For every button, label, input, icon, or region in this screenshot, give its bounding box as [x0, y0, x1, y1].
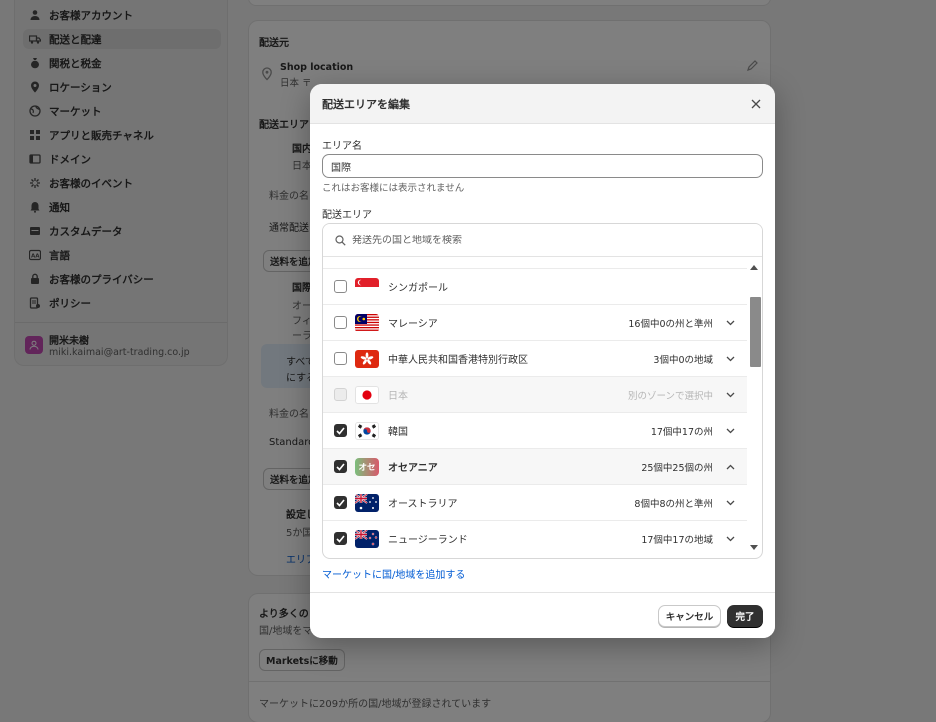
region-count: 8個中8の州と準州 [634, 498, 713, 510]
country-row-korea[interactable]: 韓国 17個中17の州 [323, 412, 747, 448]
country-row-australia[interactable]: オーストラリア 8個中8の州と準州 [323, 484, 747, 520]
country-name: 韓国 [388, 427, 408, 438]
australia-flag-icon [355, 493, 379, 512]
edit-shipping-zone-modal: 配送エリアを編集 エリア名 これはお客様には表示されません 配送エリア シンガポ… [310, 84, 775, 638]
region-count: 17個中17の地域 [641, 534, 713, 546]
checkbox-checked[interactable] [334, 532, 347, 545]
region-name: オセアニア [388, 463, 438, 474]
selected-elsewhere-note: 別のゾーンで選択中 [627, 390, 713, 402]
country-search[interactable] [323, 224, 762, 257]
chevron-down-icon[interactable] [725, 354, 735, 364]
checkbox[interactable] [334, 352, 347, 365]
country-row-hongkong[interactable]: 中華人民共和国香港特別行政区 3個中0の地域 [323, 340, 747, 376]
search-icon [335, 234, 346, 246]
checkbox-checked[interactable] [334, 424, 347, 437]
modal-header: 配送エリアを編集 [310, 84, 775, 124]
area-name-help: これはお客様には表示されません [322, 183, 465, 194]
region-count: 25個中25個の州 [641, 462, 713, 474]
checkbox-checked[interactable] [334, 460, 347, 473]
newzealand-flag-icon [355, 529, 379, 548]
country-list-box: シンガポール マレーシア 16個中0の州と準州 中華人民共和国香港特別行政区 3… [322, 223, 763, 559]
search-input[interactable] [352, 234, 732, 246]
region-count: 3個中0の地域 [653, 354, 713, 366]
chevron-down-icon[interactable] [725, 498, 735, 508]
country-row-newzealand[interactable]: ニュージーランド 17個中17の地域 [323, 520, 747, 556]
checkbox[interactable] [334, 280, 347, 293]
korea-flag-icon [355, 421, 379, 440]
hongkong-flag-icon [355, 349, 379, 368]
cancel-button[interactable]: キャンセル [658, 605, 721, 627]
modal-title: 配送エリアを編集 [322, 98, 410, 111]
region-row-oceania[interactable]: オセ オセアニア 25個中25個の州 [323, 448, 747, 484]
region-count: 16個中0の州と準州 [628, 318, 713, 330]
chevron-up-icon[interactable] [725, 462, 735, 472]
country-name: ニュージーランド [388, 535, 468, 546]
scroll-down-icon[interactable] [750, 545, 758, 551]
scrollbar-thumb[interactable] [750, 297, 761, 367]
singapore-flag-icon [355, 277, 379, 296]
country-row-singapore[interactable]: シンガポール [323, 268, 747, 304]
list-scrollbar[interactable] [748, 260, 761, 556]
country-name: 日本 [388, 391, 408, 402]
chevron-down-icon[interactable] [725, 390, 735, 400]
add-countries-link[interactable]: マーケットに国/地域を追加する [322, 566, 465, 581]
shipping-area-label: 配送エリア [322, 210, 372, 221]
oceania-badge-text: オセ [358, 462, 376, 473]
region-count: 17個中17の州 [650, 426, 713, 438]
country-name: オーストラリア [388, 499, 458, 510]
close-icon [751, 99, 761, 109]
chevron-down-icon[interactable] [725, 534, 735, 544]
scroll-up-icon[interactable] [750, 264, 758, 270]
country-name: マレーシア [388, 319, 438, 330]
checkbox [334, 388, 347, 401]
chevron-down-icon[interactable] [725, 318, 735, 328]
chevron-down-icon[interactable] [725, 426, 735, 436]
location-pin-icon [262, 67, 272, 81]
japan-flag-icon [355, 385, 379, 404]
area-name-input[interactable] [322, 154, 763, 178]
malaysia-flag-icon [355, 313, 379, 332]
done-button[interactable]: 完了 [727, 605, 763, 627]
area-name-label: エリア名 [322, 141, 362, 152]
country-row-japan: 日本 別のゾーンで選択中 [323, 376, 747, 412]
country-name: 中華人民共和国香港特別行政区 [388, 355, 528, 366]
oceania-badge-icon: オセ [355, 457, 379, 476]
edit-pencil-icon[interactable] [746, 60, 758, 72]
modal-footer: キャンセル 完了 [310, 592, 775, 638]
country-name: シンガポール [388, 283, 448, 294]
checkbox[interactable] [334, 316, 347, 329]
list-top-spacer [323, 257, 762, 268]
country-row-malaysia[interactable]: マレーシア 16個中0の州と準州 [323, 304, 747, 340]
close-button[interactable] [749, 97, 763, 111]
checkbox-checked[interactable] [334, 496, 347, 509]
